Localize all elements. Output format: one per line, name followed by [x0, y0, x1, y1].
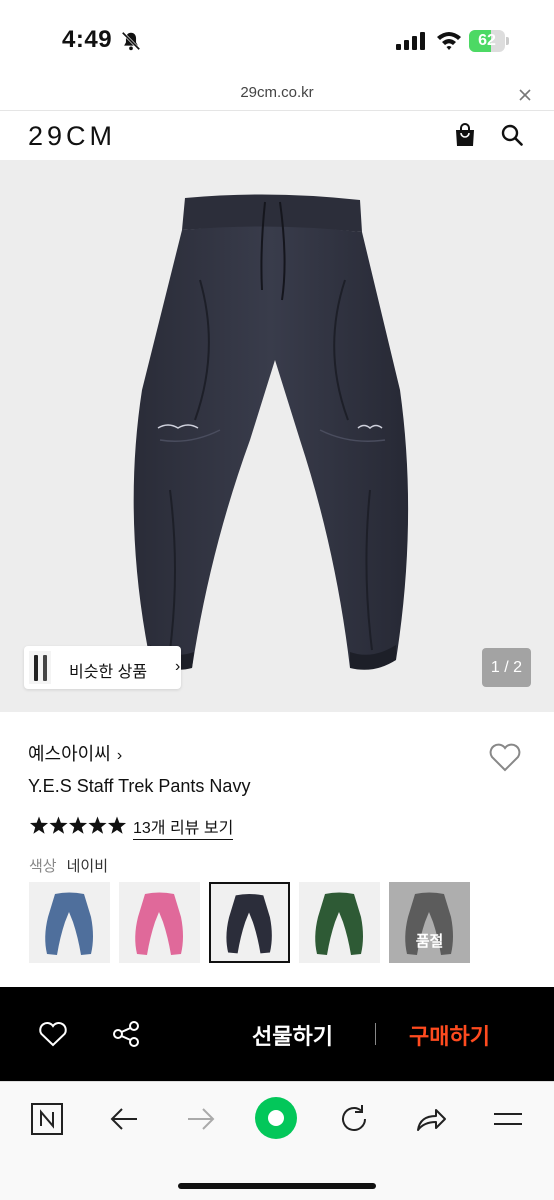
menu-icon[interactable] [491, 1102, 525, 1136]
color-value: 네이비 [66, 858, 109, 875]
battery-icon: 62 [469, 30, 509, 52]
color-swatch[interactable] [209, 882, 290, 963]
star-icon [49, 816, 68, 834]
image-page-indicator: 1 / 2 [482, 648, 531, 687]
swatch-pants-image [135, 892, 183, 955]
color-swatch[interactable]: 품절 [389, 882, 470, 963]
home-indicator [178, 1183, 376, 1189]
url-bar[interactable]: 29cm.co.kr [0, 80, 554, 110]
wifi-icon [437, 32, 461, 50]
star-icon [68, 816, 88, 834]
similar-products-button[interactable]: 비슷한 상품 › [24, 646, 181, 689]
similar-product-thumbnail [29, 651, 51, 684]
similar-products-label: 비슷한 상품 [69, 664, 148, 681]
color-label: 색상 [29, 858, 57, 875]
bell-muted-icon [121, 31, 141, 51]
close-icon[interactable] [516, 86, 534, 104]
star-icon [29, 816, 49, 834]
swatch-pants-image [315, 892, 363, 955]
signal-icon [396, 32, 425, 50]
color-row: 색상 네이비 [29, 855, 108, 876]
sold-out-label: 품절 [415, 933, 444, 950]
battery-level: 62 [478, 32, 496, 49]
star-icon [88, 816, 107, 834]
chevron-right-icon: › [175, 658, 181, 675]
back-arrow-icon[interactable] [107, 1102, 141, 1136]
naver-n-icon[interactable] [30, 1102, 64, 1136]
forward-arrow-icon[interactable] [184, 1102, 218, 1136]
product-photo-pants [133, 194, 409, 670]
app-header: 29CM [0, 111, 554, 160]
color-swatch[interactable] [29, 882, 110, 963]
heart-icon[interactable] [38, 1020, 68, 1048]
star-icon [107, 816, 127, 834]
review-link[interactable]: 13개 리뷰 보기 [133, 814, 234, 840]
shopping-bag-icon[interactable] [454, 123, 476, 147]
status-bar: 4:49 62 [0, 0, 554, 80]
logo[interactable]: 29CM [28, 121, 116, 152]
color-swatch[interactable] [119, 882, 200, 963]
swatch-pants-image [45, 892, 93, 955]
share-icon[interactable] [112, 1020, 140, 1048]
url-text[interactable]: 29cm.co.kr [0, 84, 554, 101]
status-time: 4:49 [62, 26, 113, 53]
divider [375, 1023, 376, 1045]
heart-icon[interactable] [488, 741, 522, 773]
share-arrow-icon[interactable] [414, 1102, 448, 1136]
star-rating-icon [29, 816, 127, 834]
swatch-pants-image [226, 893, 272, 954]
color-swatch[interactable] [299, 882, 380, 963]
brand-link[interactable]: 예스아이씨 › [28, 740, 122, 766]
brand-name[interactable]: 예스아이씨 [28, 744, 111, 764]
product-image[interactable]: 비슷한 상품 › 1 / 2 [0, 160, 554, 712]
chevron-right-icon: › [116, 747, 123, 764]
search-icon[interactable] [501, 124, 523, 146]
green-home-icon[interactable] [254, 1096, 298, 1140]
buy-button[interactable]: 구매하기 [409, 1019, 490, 1051]
product-name: Y.E.S Staff Trek Pants Navy [28, 776, 251, 796]
purchase-bar: 선물하기 구매하기 [0, 987, 554, 1081]
reload-icon[interactable] [337, 1102, 371, 1136]
gift-button[interactable]: 선물하기 [252, 1019, 333, 1051]
